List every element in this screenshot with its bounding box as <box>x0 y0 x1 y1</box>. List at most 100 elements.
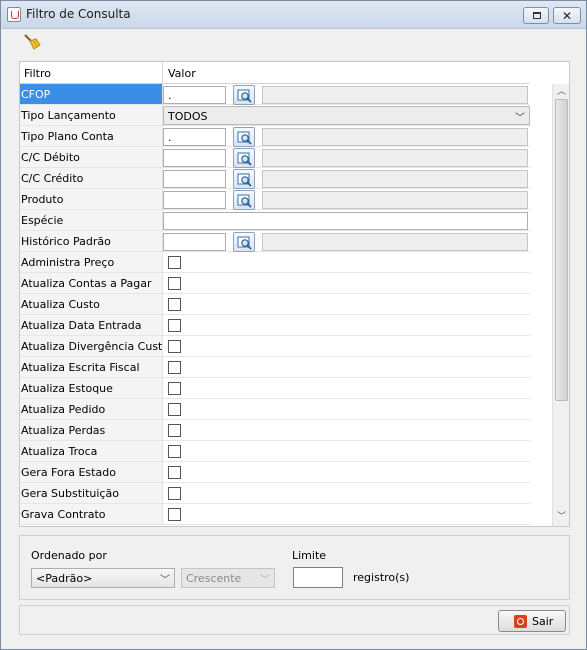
lookup-description-field <box>262 149 528 167</box>
filter-value-cell <box>163 441 530 461</box>
lookup-button[interactable] <box>233 127 255 147</box>
order-select-value: <Padrão> <box>36 572 93 585</box>
filter-checkbox[interactable] <box>168 361 181 374</box>
exit-button[interactable]: Sair <box>498 610 566 632</box>
registros-label: registro(s) <box>353 571 410 584</box>
filter-checkbox[interactable] <box>168 277 181 290</box>
filter-label: Atualiza Divergência Custo <box>20 336 163 356</box>
table-row[interactable]: Atualiza Troca <box>20 441 530 462</box>
table-row[interactable]: Atualiza Data Entrada <box>20 315 530 336</box>
filter-checkbox[interactable] <box>168 298 181 311</box>
filter-label: Atualiza Escrita Fiscal <box>20 357 163 377</box>
table-row[interactable]: Atualiza Contas a Pagar <box>20 273 530 294</box>
scroll-thumb[interactable] <box>555 99 568 401</box>
filter-value-cell <box>163 420 530 440</box>
table-row[interactable]: C/C Débito <box>20 147 530 168</box>
lookup-description-field <box>262 128 528 146</box>
table-row[interactable]: Tipo Plano Conta . <box>20 126 530 147</box>
restore-button[interactable] <box>523 7 549 24</box>
table-row[interactable]: Atualiza Perdas <box>20 420 530 441</box>
table-row[interactable]: Espécie <box>20 210 530 231</box>
table-row[interactable]: Tipo Lançamento TODOS ﹀ <box>20 105 530 126</box>
scroll-down-icon[interactable]: ﹀ <box>553 509 570 526</box>
lookup-search-icon <box>237 236 252 250</box>
lookup-button[interactable] <box>233 85 255 105</box>
order-select[interactable]: <Padrão> ﹀ <box>31 568 175 588</box>
filter-checkbox[interactable] <box>168 340 181 353</box>
filter-table: Filtro Valor CFOP. Tipo Lançamento TODOS ﹀ T… <box>19 61 570 527</box>
filter-value-cell <box>163 210 530 230</box>
header-filtro[interactable]: Filtro <box>24 67 51 80</box>
filter-value-cell <box>163 462 530 482</box>
filter-value-cell <box>163 315 530 335</box>
filter-code-input[interactable] <box>163 149 226 167</box>
filter-label: Gera Substituição <box>20 483 163 503</box>
filter-code-input[interactable] <box>163 170 226 188</box>
table-row[interactable]: Gera Fora Estado <box>20 462 530 483</box>
lookup-button[interactable] <box>233 148 255 168</box>
filter-checkbox[interactable] <box>168 424 181 437</box>
table-row[interactable]: Atualiza Estoque <box>20 378 530 399</box>
filter-value-cell: . <box>163 84 530 105</box>
filter-label: Atualiza Perdas <box>20 420 163 440</box>
filter-value-cell <box>163 378 530 398</box>
filter-label: Administra Preço <box>20 252 163 272</box>
filter-code-input[interactable]: . <box>163 128 226 146</box>
table-row[interactable]: Atualiza Escrita Fiscal <box>20 357 530 378</box>
filter-text-input[interactable] <box>163 212 528 230</box>
filter-code-input[interactable] <box>163 233 226 251</box>
lookup-button[interactable] <box>233 169 255 189</box>
filter-checkbox[interactable] <box>168 508 181 521</box>
filter-value-cell <box>163 147 530 168</box>
table-row[interactable]: Grava Contrato <box>20 504 530 525</box>
table-rows: CFOP. Tipo Lançamento TODOS ﹀ Tipo Plano Con… <box>20 84 530 526</box>
filter-value-cell <box>163 294 530 314</box>
table-row[interactable]: C/C Crédito <box>20 168 530 189</box>
table-row[interactable]: Administra Preço <box>20 252 530 273</box>
filter-checkbox[interactable] <box>168 403 181 416</box>
filter-value-cell <box>163 504 530 524</box>
chevron-down-icon: ﹀ <box>160 575 170 586</box>
filter-value-cell <box>163 252 530 272</box>
table-row[interactable]: Histórico Padrão <box>20 231 530 252</box>
lookup-search-icon <box>237 89 252 103</box>
filter-label: Atualiza Data Entrada <box>20 315 163 335</box>
table-row[interactable]: Gera Substituição <box>20 483 530 504</box>
table-row[interactable]: CFOP. <box>20 84 530 105</box>
filter-label: Atualiza Troca <box>20 441 163 461</box>
header-valor[interactable]: Valor <box>168 67 196 80</box>
table-row[interactable]: Produto <box>20 189 530 210</box>
footer-bar: Sair <box>19 605 570 635</box>
lookup-search-icon <box>237 152 252 166</box>
order-panel: Ordenado por Limite <Padrão> ﹀ Crescente… <box>19 535 570 600</box>
chevron-down-icon: ﹀ <box>515 113 525 124</box>
lookup-description-field <box>262 191 528 209</box>
filter-label: Espécie <box>20 210 163 230</box>
table-row[interactable]: Atualiza Divergência Custo <box>20 336 530 357</box>
lookup-button[interactable] <box>233 190 255 210</box>
vertical-scrollbar[interactable]: ︿ ﹀ <box>552 84 569 526</box>
limit-input[interactable] <box>293 567 343 588</box>
filter-label: C/C Crédito <box>20 168 163 188</box>
filter-code-input[interactable]: . <box>163 86 226 104</box>
exit-icon <box>514 615 527 628</box>
lookup-button[interactable] <box>233 232 255 252</box>
limit-label: Limite <box>292 549 327 562</box>
lookup-search-icon <box>237 194 252 208</box>
close-button[interactable]: ✕ <box>553 7 581 24</box>
tipo-lancamento-select[interactable]: TODOS ﹀ <box>163 106 530 125</box>
title-bar[interactable]: Filtro de Consulta ✕ <box>1 1 586 29</box>
filter-value-cell <box>163 399 530 419</box>
broom-icon[interactable] <box>23 34 41 50</box>
filter-checkbox[interactable] <box>168 466 181 479</box>
filter-checkbox[interactable] <box>168 256 181 269</box>
table-row[interactable]: Atualiza Pedido <box>20 399 530 420</box>
restore-icon <box>533 12 541 19</box>
filter-checkbox[interactable] <box>168 382 181 395</box>
filter-label: Tipo Lançamento <box>20 105 163 125</box>
filter-checkbox[interactable] <box>168 487 181 500</box>
filter-checkbox[interactable] <box>168 445 181 458</box>
filter-checkbox[interactable] <box>168 319 181 332</box>
filter-code-input[interactable] <box>163 191 226 209</box>
table-row[interactable]: Atualiza Custo <box>20 294 530 315</box>
